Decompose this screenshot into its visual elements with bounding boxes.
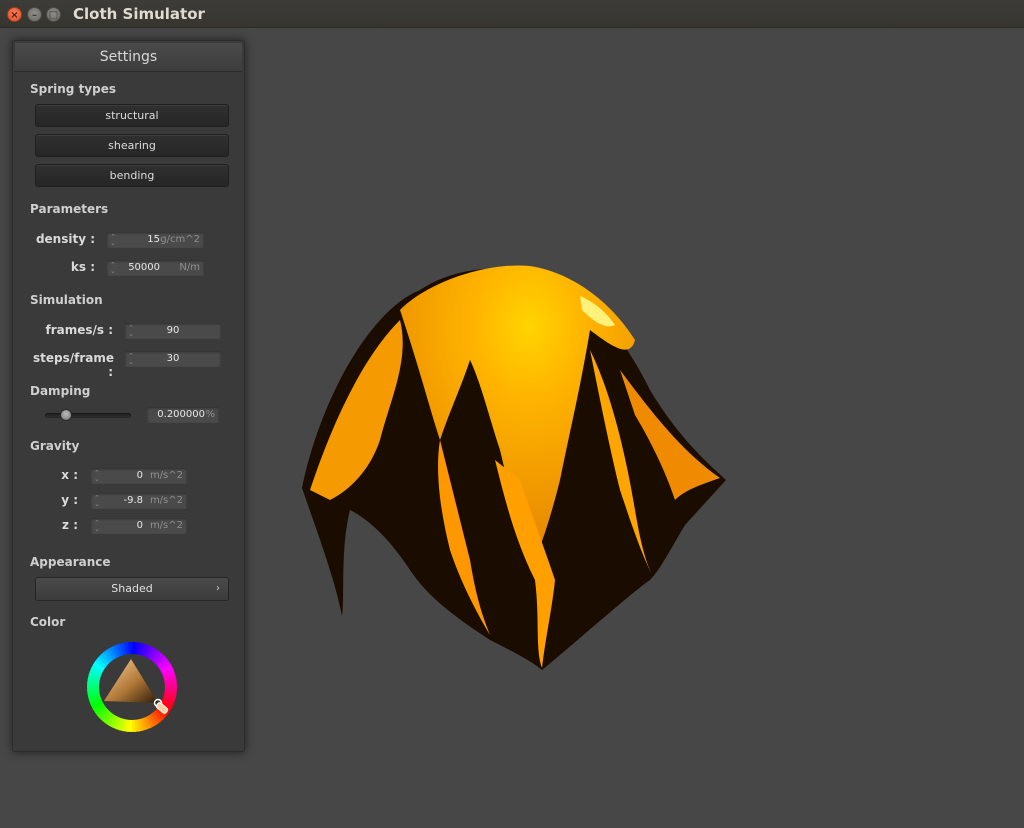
ks-field[interactable]: ⌃ ⌄ 50000 N/m	[106, 259, 205, 277]
structural-button[interactable]: structural	[35, 104, 229, 127]
spinner-icon[interactable]: ⌃ ⌄	[94, 470, 100, 483]
title-bar: × – □ Cloth Simulator	[0, 0, 1024, 28]
damping-value: 0.200000	[157, 409, 205, 420]
steps-label: steps/frame :	[33, 351, 115, 379]
damping-slider-handle[interactable]	[59, 409, 72, 421]
appearance-heading: Appearance	[30, 555, 111, 569]
steps-value: 30	[166, 353, 180, 364]
gravity-x-field[interactable]: ⌃ ⌄ 0 m/s^2	[90, 467, 188, 485]
gravity-x-unit: m/s^2	[149, 470, 183, 481]
spinner-icon[interactable]: ⌃ ⌄	[94, 520, 100, 533]
damping-unit: %	[205, 409, 215, 420]
gravity-z-field[interactable]: ⌃ ⌄ 0 m/s^2	[90, 517, 188, 535]
gravity-y-field[interactable]: ⌃ ⌄ -9.8 m/s^2	[90, 492, 188, 510]
maximize-window-button[interactable]: □	[46, 7, 61, 22]
appearance-dropdown[interactable]: Shaded ›	[35, 577, 229, 601]
gravity-y-unit: m/s^2	[149, 495, 183, 506]
ks-label: ks :	[70, 260, 95, 274]
spinner-icon[interactable]: ⌃ ⌄	[110, 262, 116, 275]
density-value: 15	[147, 234, 160, 245]
gravity-z-unit: m/s^2	[149, 520, 183, 531]
shearing-button[interactable]: shearing	[35, 134, 229, 157]
damping-field[interactable]: 0.200000 %	[146, 406, 220, 424]
simulation-heading: Simulation	[30, 293, 103, 307]
ks-unit: N/m	[179, 262, 200, 273]
cloth-viewport[interactable]	[290, 250, 740, 690]
density-label: density :	[35, 232, 95, 246]
parameters-heading: Parameters	[30, 202, 109, 216]
spinner-icon[interactable]: ⌃ ⌄	[94, 495, 100, 508]
gravity-z-value: 0	[136, 520, 143, 531]
color-wheel[interactable]	[86, 641, 178, 733]
gravity-heading: Gravity	[30, 439, 80, 453]
minimize-window-button[interactable]: –	[27, 7, 42, 22]
damping-heading: Damping	[30, 384, 91, 398]
settings-panel-title[interactable]: Settings	[15, 43, 242, 72]
gravity-y-value: -9.8	[123, 495, 143, 506]
gravity-x-value: 0	[136, 470, 143, 481]
fps-field[interactable]: ⌃ ⌄ 90	[124, 322, 222, 340]
spring-types-heading: Spring types	[30, 82, 117, 96]
close-window-button[interactable]: ×	[7, 7, 22, 22]
app-window: × – □ Cloth Simulator Settings Spring ty…	[0, 0, 1024, 828]
bending-button[interactable]: bending	[35, 164, 229, 187]
gravity-x-label: x :	[61, 468, 78, 482]
steps-field[interactable]: ⌃ ⌄ 30	[124, 350, 222, 368]
gravity-z-label: z :	[62, 518, 78, 532]
fps-value: 90	[166, 325, 180, 336]
color-heading: Color	[30, 615, 66, 629]
gravity-y-label: y :	[61, 493, 78, 507]
chevron-right-icon: ›	[216, 583, 220, 594]
fps-label: frames/s :	[45, 323, 113, 337]
damping-slider[interactable]	[45, 409, 131, 421]
appearance-selected: Shaded	[111, 582, 153, 595]
settings-panel: Settings Spring types structural shearin…	[12, 40, 245, 752]
density-unit: g/cm^2	[160, 234, 200, 245]
ks-value: 50000	[128, 262, 160, 273]
spinner-icon[interactable]: ⌃ ⌄	[110, 234, 116, 247]
density-field[interactable]: ⌃ ⌄ 15 g/cm^2	[106, 231, 205, 249]
window-title: Cloth Simulator	[73, 5, 205, 23]
